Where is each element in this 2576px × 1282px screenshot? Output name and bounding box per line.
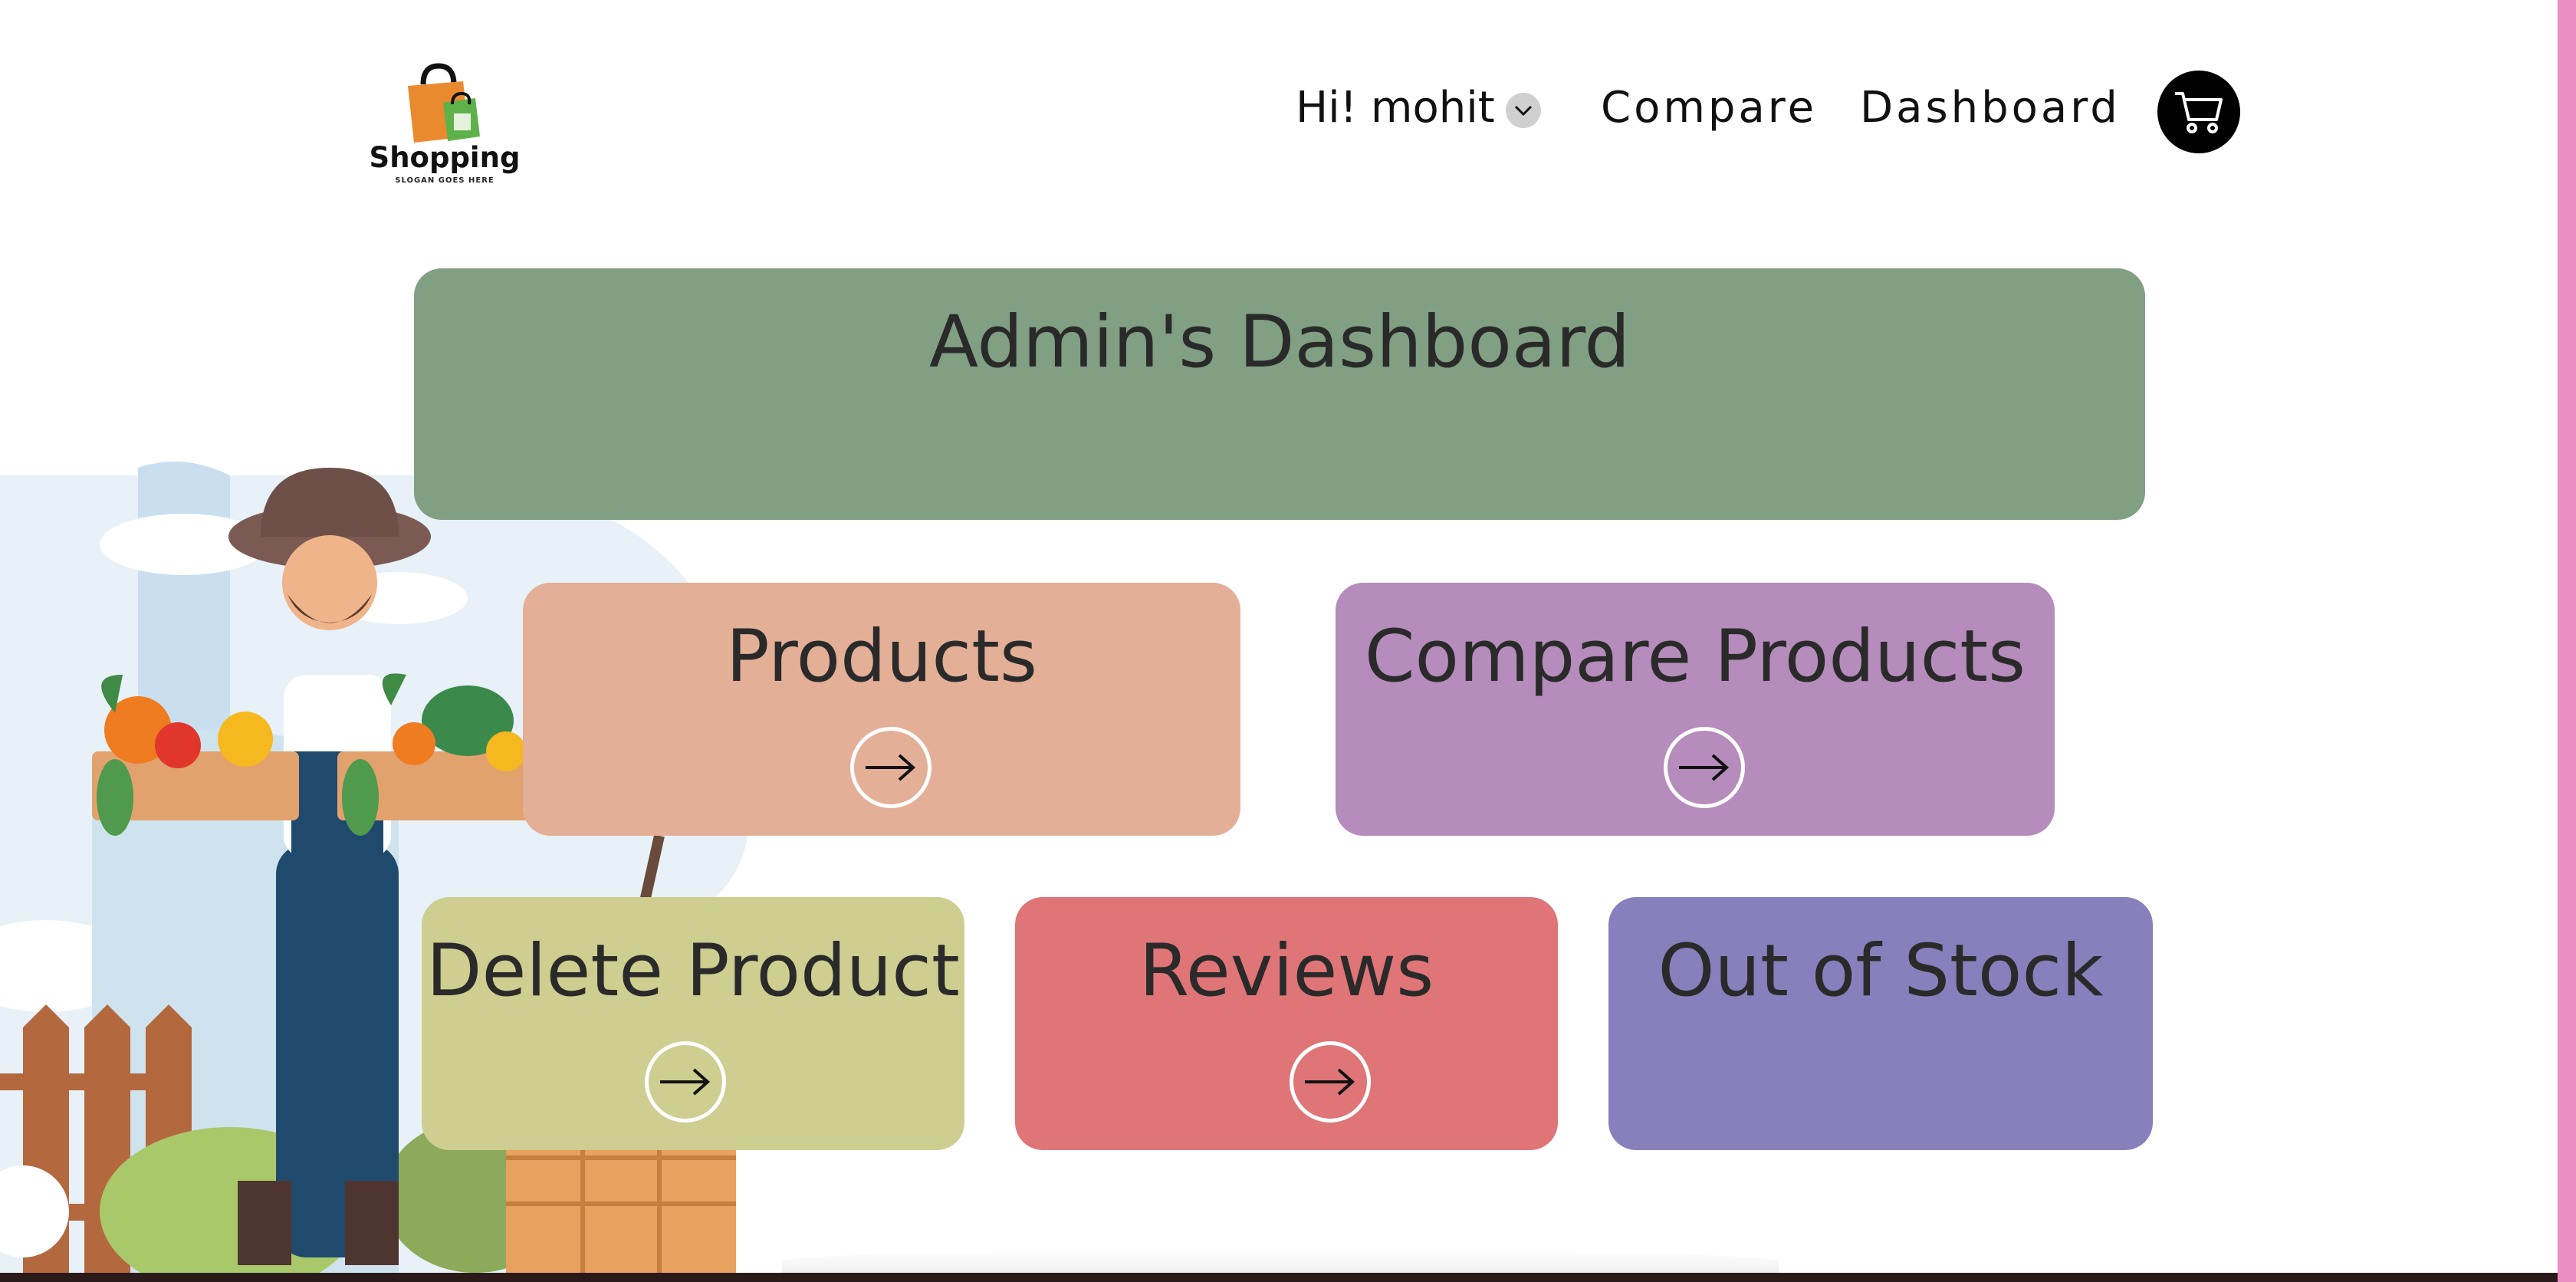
compare-products-arrow-button[interactable] [1664, 727, 1745, 808]
user-greeting: Hi! mohit [1296, 83, 1495, 133]
nav-dashboard-link[interactable]: Dashboard [1860, 83, 2121, 133]
products-arrow-button[interactable] [850, 727, 932, 808]
reviews-arrow-button[interactable] [1290, 1041, 1371, 1123]
footer-bar [0, 1273, 2558, 1282]
cart-icon [2175, 92, 2223, 133]
cart-button[interactable] [2157, 71, 2240, 153]
delete-product-arrow-button[interactable] [645, 1041, 726, 1123]
page-title: Admin's Dashboard [928, 301, 1631, 384]
arrow-right-icon [1679, 754, 1730, 781]
card-delete-product[interactable]: Delete Product [422, 897, 964, 1150]
card-title: Reviews [1138, 929, 1434, 1013]
shopping-bag-logo-icon [408, 63, 480, 143]
nav-compare-link[interactable]: Compare [1601, 83, 1817, 133]
user-menu[interactable]: Hi! mohit [1296, 83, 1541, 133]
footer-shadow [782, 1250, 1779, 1273]
card-reviews[interactable]: Reviews [1015, 897, 1558, 1150]
admin-dashboard-banner: Admin's Dashboard [414, 268, 2145, 520]
arrow-right-icon [660, 1068, 711, 1096]
logo-text: Shopping [369, 141, 521, 174]
arrow-right-icon [1305, 1068, 1355, 1096]
shopping-logo[interactable]: Shopping SLOGAN GOES HERE [368, 63, 521, 186]
card-compare-products[interactable]: Compare Products [1336, 583, 2055, 836]
card-title: Delete Product [426, 929, 960, 1013]
arrow-right-icon [866, 754, 916, 781]
card-title: Compare Products [1364, 615, 2026, 699]
card-out-of-stock[interactable]: Out of Stock [1608, 897, 2153, 1150]
card-title: Products [726, 615, 1037, 699]
chevron-down-icon[interactable] [1505, 92, 1541, 128]
scrollbar[interactable] [2558, 0, 2576, 1282]
card-products[interactable]: Products [523, 583, 1240, 836]
logo-slogan: SLOGAN GOES HERE [395, 176, 495, 185]
card-title: Out of Stock [1658, 929, 2104, 1013]
